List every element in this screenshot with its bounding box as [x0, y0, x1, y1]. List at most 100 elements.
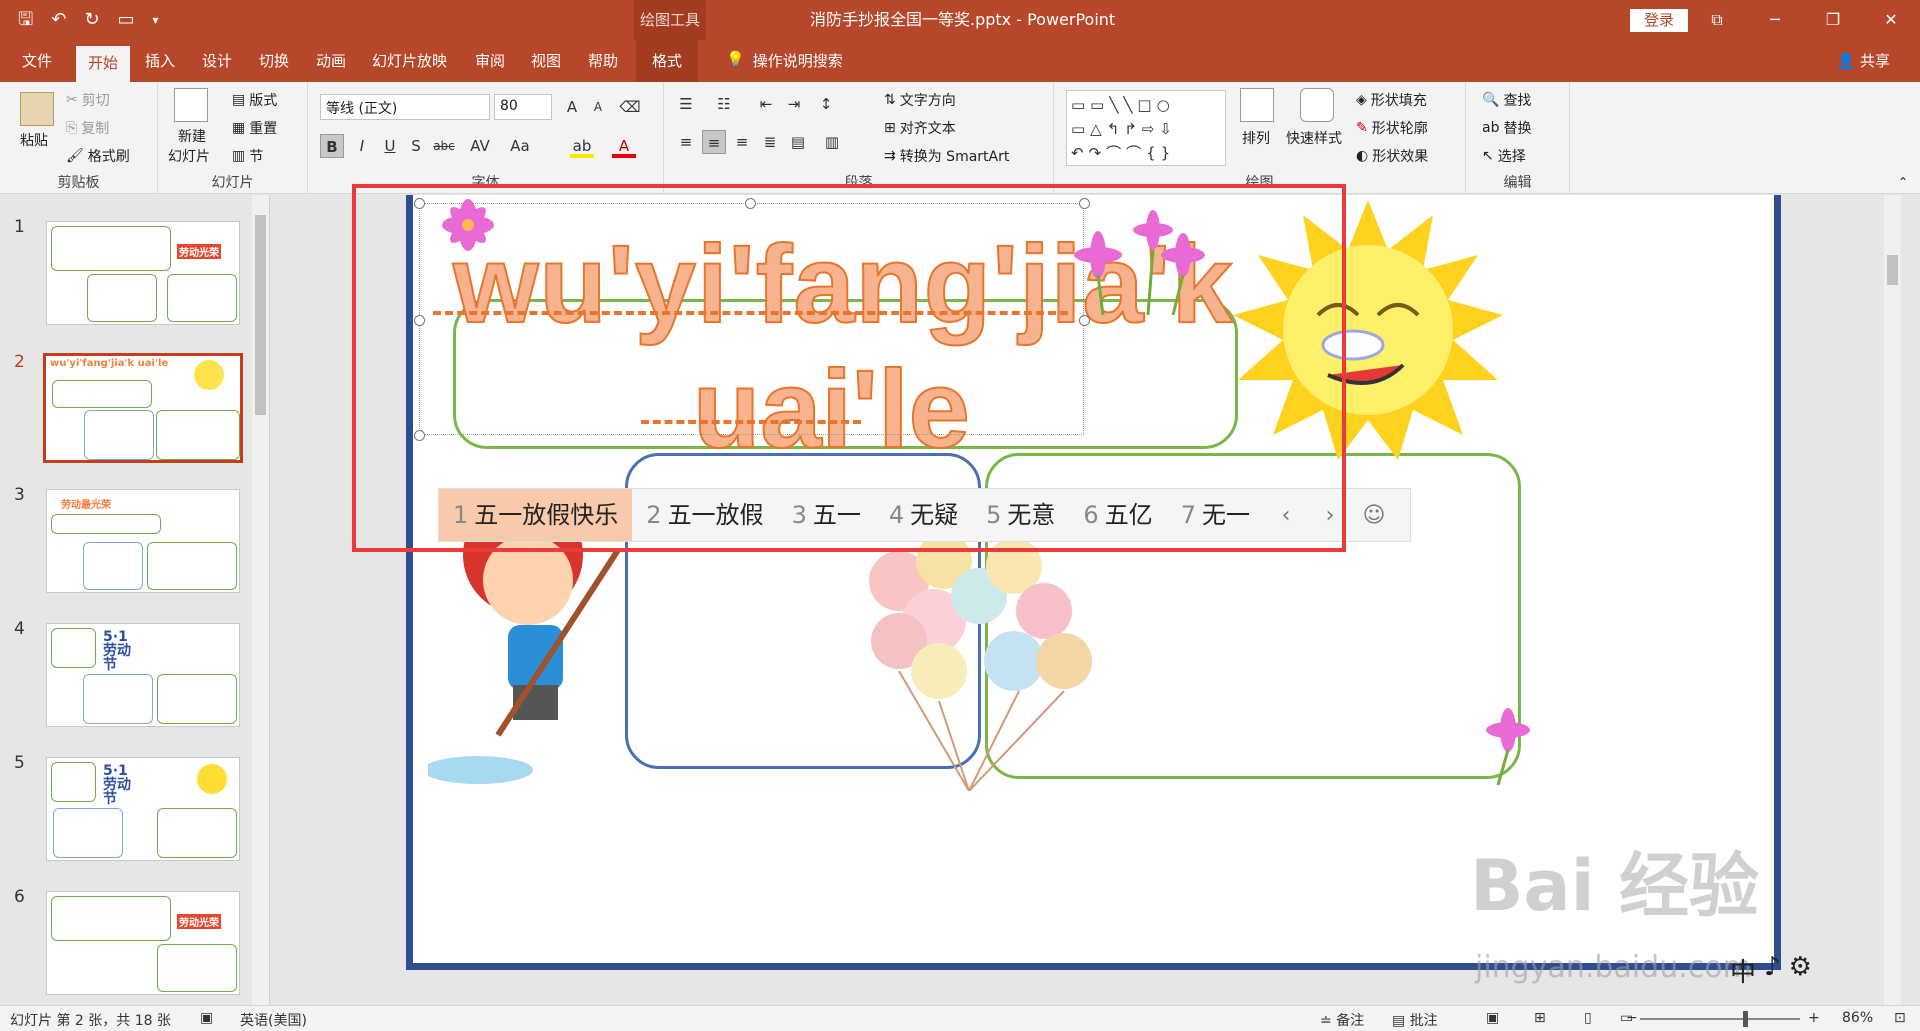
thumbnail-image[interactable]: 劳动光荣	[46, 221, 240, 325]
share-button[interactable]: 👤 共享	[1837, 50, 1890, 71]
slide-scrollbar[interactable]	[1884, 195, 1901, 1005]
thumbnail-image[interactable]: 5·1劳动节	[46, 757, 240, 861]
tab-file[interactable]: 文件	[22, 50, 52, 72]
zoom-out-icon[interactable]: −	[1626, 1010, 1638, 1026]
decrease-indent-icon[interactable]: ⇤	[754, 92, 778, 116]
change-case-icon[interactable]: Aa	[508, 134, 532, 158]
align-center-icon[interactable]: ≡	[702, 130, 726, 154]
spellcheck-icon[interactable]: ▣	[200, 1010, 213, 1026]
columns-icon[interactable]: ▥	[820, 130, 844, 154]
zoom-level[interactable]: 86%	[1842, 1010, 1873, 1026]
save-icon[interactable]: 🖫	[18, 8, 33, 32]
text-direction-button[interactable]: ⇅ 文字方向	[884, 90, 956, 110]
slide-sorter-icon[interactable]: ⊞	[1534, 1010, 1546, 1026]
arrange-icon[interactable]	[1240, 88, 1274, 122]
font-color-icon[interactable]: A	[612, 134, 636, 158]
customize-qat-icon[interactable]: ▾	[153, 8, 159, 32]
char-spacing-icon[interactable]: AV	[468, 134, 492, 158]
arrange-button[interactable]: 排列	[1242, 128, 1270, 148]
comments-button[interactable]: ▤ 批注	[1392, 1010, 1438, 1030]
quick-styles-icon[interactable]	[1300, 88, 1334, 122]
justify-icon[interactable]: ≣	[758, 130, 782, 154]
format-painter-button[interactable]: 🖌 格式刷	[66, 146, 130, 166]
minimize-icon[interactable]: ─	[1746, 0, 1804, 40]
find-button[interactable]: 🔍 查找	[1482, 90, 1531, 110]
select-button[interactable]: ↖ 选择	[1482, 146, 1526, 166]
align-right-icon[interactable]: ≡	[730, 130, 754, 154]
italic-icon[interactable]: I	[350, 134, 374, 158]
increase-indent-icon[interactable]: ⇥	[782, 92, 806, 116]
tab-transitions[interactable]: 切换	[259, 50, 289, 72]
zoom-slider-thumb[interactable]	[1743, 1011, 1748, 1027]
shrink-font-icon[interactable]: A	[586, 95, 610, 119]
cut-button[interactable]: ✂ 剪切	[66, 90, 110, 110]
section-button[interactable]: ▥ 节	[232, 146, 263, 166]
copy-button[interactable]: ⎘ 复制	[66, 118, 109, 138]
grow-font-icon[interactable]: A	[560, 95, 584, 119]
shape-fill-button[interactable]: ◈ 形状填充	[1356, 90, 1427, 110]
present-icon[interactable]: ▭	[118, 8, 135, 32]
restore-icon[interactable]: ❐	[1804, 0, 1862, 40]
fit-to-window-icon[interactable]: ⊡	[1894, 1010, 1906, 1026]
replace-button[interactable]: ab 替换	[1482, 118, 1531, 138]
ribbon-display-icon[interactable]: ⧉	[1688, 0, 1746, 40]
tab-insert[interactable]: 插入	[145, 50, 175, 72]
reset-button[interactable]: ▦ 重置	[232, 118, 277, 138]
clear-format-icon[interactable]: ⌫	[618, 95, 642, 119]
shapes-gallery[interactable]: ▭▭╲╲□○ ▭△↰↱⇨⇩ ↶↷⌒⌒{}	[1066, 90, 1226, 166]
tab-design[interactable]: 设计	[202, 50, 232, 72]
close-icon[interactable]: ✕	[1862, 0, 1920, 40]
reading-view-icon[interactable]: ▯	[1584, 1010, 1592, 1026]
shape-effects-button[interactable]: ◐ 形状效果	[1356, 146, 1428, 166]
language-indicator[interactable]: 英语(美国)	[240, 1010, 307, 1030]
quick-styles-button[interactable]: 快速样式	[1286, 128, 1342, 148]
strikethrough-icon[interactable]: abc	[432, 134, 456, 158]
thumbnail-image[interactable]: 劳动光荣	[46, 891, 240, 995]
collapse-ribbon-icon[interactable]: ⌃	[1898, 175, 1908, 189]
tab-review[interactable]: 审阅	[475, 50, 505, 72]
zoom-slider[interactable]	[1640, 1018, 1800, 1020]
new-slide-button[interactable]: 新建	[178, 126, 206, 146]
notes-button[interactable]: ≐ 备注	[1320, 1010, 1364, 1030]
font-name-combo[interactable]: 等线 (正文)	[320, 94, 490, 120]
thumbnail-image-selected[interactable]: wu'yi'fang'jia'k uai'le	[43, 353, 243, 463]
align-text-button[interactable]: ⊞ 对齐文本	[884, 118, 956, 138]
numbering-icon[interactable]: ☷	[712, 92, 736, 116]
shape-outline-button[interactable]: ✎ 形状轮廓	[1356, 118, 1428, 138]
ime-chinese-mode[interactable]: 中	[1730, 952, 1756, 989]
new-slide-dropdown[interactable]: 幻灯片	[168, 146, 210, 166]
bullets-icon[interactable]: ☰	[674, 92, 698, 116]
login-button[interactable]: 登录	[1630, 9, 1688, 32]
tab-slideshow[interactable]: 幻灯片放映	[372, 50, 447, 72]
thumbnail-image[interactable]: 5·1劳动节	[46, 623, 240, 727]
layout-button[interactable]: ▤ 版式	[232, 90, 277, 110]
new-slide-icon[interactable]	[174, 88, 208, 122]
undo-icon[interactable]: ↶	[51, 8, 66, 32]
align-left-icon[interactable]: ≡	[674, 130, 698, 154]
tab-view[interactable]: 视图	[531, 50, 561, 72]
line-spacing-icon[interactable]: ↕	[814, 92, 838, 116]
tab-home[interactable]: 开始	[76, 46, 131, 82]
tab-format[interactable]: 格式	[636, 40, 699, 82]
shadow-icon[interactable]: S	[404, 134, 428, 158]
tab-animations[interactable]: 动画	[316, 50, 346, 72]
ime-punct-icon[interactable]: ♪	[1764, 952, 1781, 989]
paste-icon[interactable]	[20, 92, 54, 126]
bold-icon[interactable]: B	[320, 134, 344, 158]
normal-view-icon[interactable]: ▣	[1486, 1010, 1499, 1026]
smartart-button[interactable]: ⇉ 转换为 SmartArt	[884, 146, 1009, 166]
thumbnail-image[interactable]: 劳动最光荣	[46, 489, 240, 593]
ime-mode-indicator[interactable]: 中 ♪ ⚙	[1730, 952, 1812, 989]
ime-settings-icon[interactable]: ⚙	[1789, 952, 1812, 989]
zoom-in-icon[interactable]: +	[1808, 1010, 1820, 1026]
tab-help[interactable]: 帮助	[588, 50, 618, 72]
redo-icon[interactable]: ↻	[84, 8, 99, 32]
underline-icon[interactable]: U	[378, 134, 402, 158]
highlight-icon[interactable]: ab	[570, 134, 594, 158]
thumbnail-scrollbar[interactable]	[252, 195, 269, 1005]
paste-button[interactable]: 粘贴	[20, 130, 48, 150]
distribute-icon[interactable]: ▤	[786, 130, 810, 154]
font-size-combo[interactable]: 80	[494, 94, 552, 120]
ime-emoji-icon[interactable]: ☺	[1352, 503, 1396, 528]
tell-me-search[interactable]: 💡 操作说明搜索	[726, 50, 843, 71]
